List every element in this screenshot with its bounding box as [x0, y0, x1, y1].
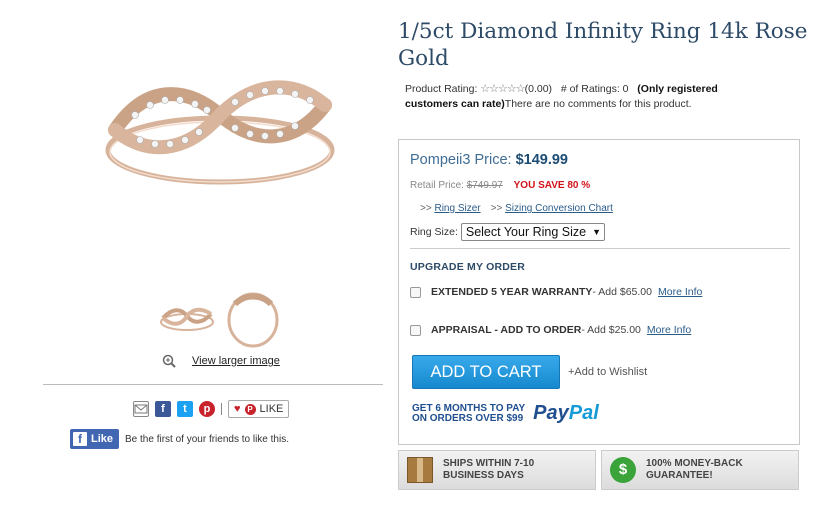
- no-comments-text: There are no comments for this product.: [504, 98, 692, 110]
- gallery-divider: [43, 384, 383, 385]
- ring-size-label: Ring Size:: [410, 226, 458, 238]
- link-prefix: >>: [420, 203, 432, 214]
- thumbnail-side-view[interactable]: [223, 290, 283, 348]
- more-info-link[interactable]: More Info: [647, 324, 691, 336]
- paypal-logo-pal: Pal: [568, 402, 599, 424]
- price-row: Pompeii3 Price: $149.99: [410, 152, 568, 168]
- rating-value: (0.00): [524, 83, 553, 95]
- appraisal-checkbox[interactable]: [410, 324, 421, 336]
- paypal-promo[interactable]: GET 6 MONTHS TO PAY ON ORDERS OVER $99 P…: [412, 402, 599, 425]
- trust-badges: SHIPS WITHIN 7-10 BUSINESS DAYS $ 100% M…: [398, 450, 800, 490]
- email-icon[interactable]: [133, 401, 149, 417]
- paypal-line2: ON ORDERS OVER $99: [412, 412, 524, 424]
- you-save: YOU SAVE 80 %: [513, 180, 591, 191]
- sizing-links: >> Ring Sizer >> Sizing Conversion Chart: [420, 203, 613, 214]
- money-back-badge[interactable]: $ 100% MONEY-BACK GUARANTEE!: [601, 450, 799, 490]
- ring-size-select[interactable]: Select Your Ring Size ▼: [460, 223, 605, 241]
- pinterest-icon[interactable]: p: [199, 401, 215, 417]
- facebook-like-button[interactable]: f Like: [70, 429, 120, 449]
- purchase-divider: [410, 248, 790, 249]
- product-details: 1/5ct Diamond Infinity Ring 14k Rose Gol…: [398, 0, 808, 507]
- thumbnail-top-view[interactable]: [157, 290, 217, 348]
- dropdown-arrow-icon: ▼: [592, 227, 601, 237]
- like-label: LIKE: [259, 403, 284, 415]
- link-prefix: >>: [490, 203, 503, 214]
- add-to-wishlist-link[interactable]: +Add to Wishlist: [568, 366, 647, 378]
- num-ratings: # of Ratings: 0: [560, 83, 629, 95]
- money-back-icon: $: [610, 457, 636, 483]
- product-gallery: View larger image f t p ♥ P LIKE f Like …: [40, 0, 385, 507]
- fb-social-text: Be the first of your friends to like thi…: [125, 433, 289, 445]
- product-rating: Product Rating: ☆☆☆☆☆(0.00) # of Ratings…: [405, 82, 755, 112]
- sizing-chart-link[interactable]: Sizing Conversion Chart: [505, 203, 613, 214]
- ring-sizer-link[interactable]: Ring Sizer: [434, 203, 480, 214]
- money-line1: 100% MONEY-BACK: [646, 458, 743, 469]
- rating-label: Product Rating:: [405, 83, 478, 95]
- money-back-text: 100% MONEY-BACK GUARANTEE!: [646, 458, 743, 482]
- paypal-logo-pay: Pay: [533, 402, 569, 424]
- shipping-line2: BUSINESS DAYS: [443, 470, 524, 481]
- paypal-promo-text: GET 6 MONTHS TO PAY ON ORDERS OVER $99: [412, 402, 526, 424]
- option-name: EXTENDED 5 YEAR WARRANTY: [431, 286, 593, 298]
- retail-price: $749.97: [466, 180, 503, 191]
- zoom-icon[interactable]: [162, 354, 176, 368]
- facebook-icon[interactable]: f: [155, 401, 171, 417]
- ring-size-row: Ring Size: Select Your Ring Size ▼: [410, 223, 605, 241]
- price-label: Pompeii3 Price:: [410, 152, 512, 168]
- shipping-line1: SHIPS WITHIN 7-10: [443, 458, 535, 469]
- facebook-logo-icon: f: [73, 432, 87, 446]
- option-price: - Add $65.00: [592, 286, 652, 298]
- cart-row: ADD TO CART +Add to Wishlist: [412, 355, 647, 389]
- view-larger-link[interactable]: View larger image: [192, 355, 280, 367]
- paypal-logo-icon: PayPal: [533, 402, 599, 425]
- twitter-icon[interactable]: t: [177, 401, 193, 417]
- money-line2: GUARANTEE!: [646, 470, 713, 481]
- shipping-badge[interactable]: SHIPS WITHIN 7-10 BUSINESS DAYS: [398, 450, 596, 490]
- rating-stars-icon[interactable]: ☆☆☆☆☆: [480, 83, 525, 95]
- upgrade-heading: UPGRADE MY ORDER: [410, 261, 526, 273]
- upgrade-option-appraisal: APPRAISAL - ADD TO ORDER - Add $25.00 Mo…: [410, 324, 691, 336]
- view-larger-row: View larger image: [162, 354, 280, 368]
- facebook-like-row: f Like Be the first of your friends to l…: [70, 429, 289, 449]
- share-bar: f t p ♥ P LIKE: [133, 400, 290, 418]
- add-to-cart-button[interactable]: ADD TO CART: [412, 355, 560, 389]
- retail-row: Retail Price: $749.97 YOU SAVE 80 %: [410, 180, 590, 191]
- purchase-box: Pompeii3 Price: $149.99 Retail Price: $7…: [398, 139, 800, 445]
- pinterest-like-button[interactable]: ♥ P LIKE: [228, 400, 290, 418]
- heart-icon: ♥: [234, 403, 241, 415]
- shipping-box-icon: [407, 457, 433, 483]
- price-value: $149.99: [515, 152, 568, 168]
- retail-label: Retail Price:: [410, 180, 464, 191]
- warranty-checkbox[interactable]: [410, 286, 421, 298]
- ring-size-selected: Select Your Ring Size: [465, 225, 587, 239]
- product-main-image[interactable]: [95, 60, 345, 200]
- shipping-text: SHIPS WITHIN 7-10 BUSINESS DAYS: [443, 458, 534, 482]
- product-title: 1/5ct Diamond Infinity Ring 14k Rose Gol…: [398, 19, 808, 71]
- option-name: APPRAISAL - ADD TO ORDER: [431, 324, 582, 336]
- thumbnail-strip: [157, 290, 287, 350]
- fb-like-label: Like: [91, 433, 114, 445]
- option-price: - Add $25.00: [581, 324, 641, 336]
- share-separator: [221, 403, 222, 415]
- upgrade-option-warranty: EXTENDED 5 YEAR WARRANTY - Add $65.00 Mo…: [410, 286, 702, 298]
- paypal-line1: GET 6 MONTHS TO PAY: [412, 402, 526, 414]
- pin-badge: P: [244, 403, 256, 415]
- more-info-link[interactable]: More Info: [658, 286, 702, 298]
